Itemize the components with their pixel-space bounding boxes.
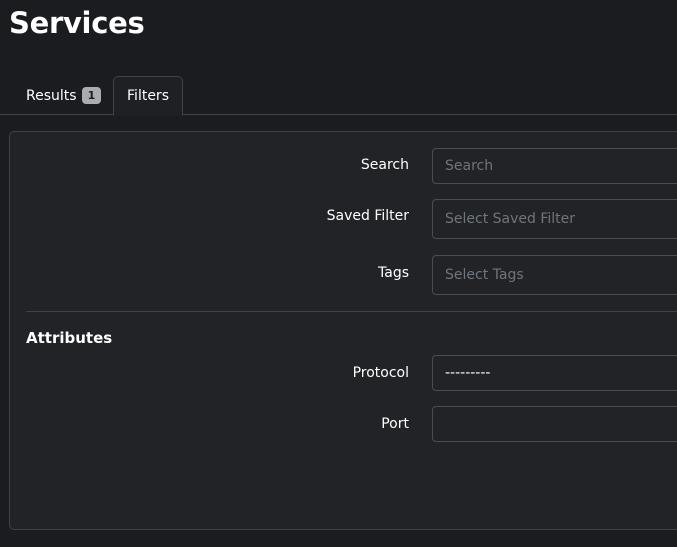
search-row: Search Search	[10, 148, 677, 184]
port-input[interactable]	[432, 406, 677, 442]
search-input[interactable]: Search	[432, 148, 677, 184]
tab-filters[interactable]: Filters	[113, 76, 183, 116]
tags-label: Tags	[378, 265, 409, 281]
tab-results[interactable]: Results 1	[11, 76, 116, 115]
page: Services Results 1 Filters Search Search…	[0, 0, 677, 547]
tab-filters-label: Filters	[127, 88, 169, 104]
protocol-row: Protocol ---------	[10, 355, 677, 391]
protocol-label: Protocol	[352, 365, 409, 381]
search-label: Search	[360, 157, 409, 173]
tab-bar: Results 1 Filters	[0, 76, 677, 116]
filters-panel: Search Search Saved Filter Select Saved …	[9, 131, 677, 530]
port-label: Port	[381, 416, 409, 432]
tags-row: Tags Select Tags	[10, 255, 677, 295]
results-count-badge: 1	[81, 87, 102, 104]
section-divider	[26, 311, 677, 312]
protocol-select[interactable]: ---------	[432, 355, 677, 391]
saved-filter-select[interactable]: Select Saved Filter	[432, 199, 677, 239]
saved-filter-label: Saved Filter	[326, 208, 409, 224]
attributes-heading: Attributes	[26, 329, 113, 347]
tags-select[interactable]: Select Tags	[432, 255, 677, 295]
saved-filter-row: Saved Filter Select Saved Filter	[10, 199, 677, 239]
port-row: Port	[10, 406, 677, 442]
page-title: Services	[9, 6, 145, 40]
tab-results-label: Results	[26, 87, 77, 104]
